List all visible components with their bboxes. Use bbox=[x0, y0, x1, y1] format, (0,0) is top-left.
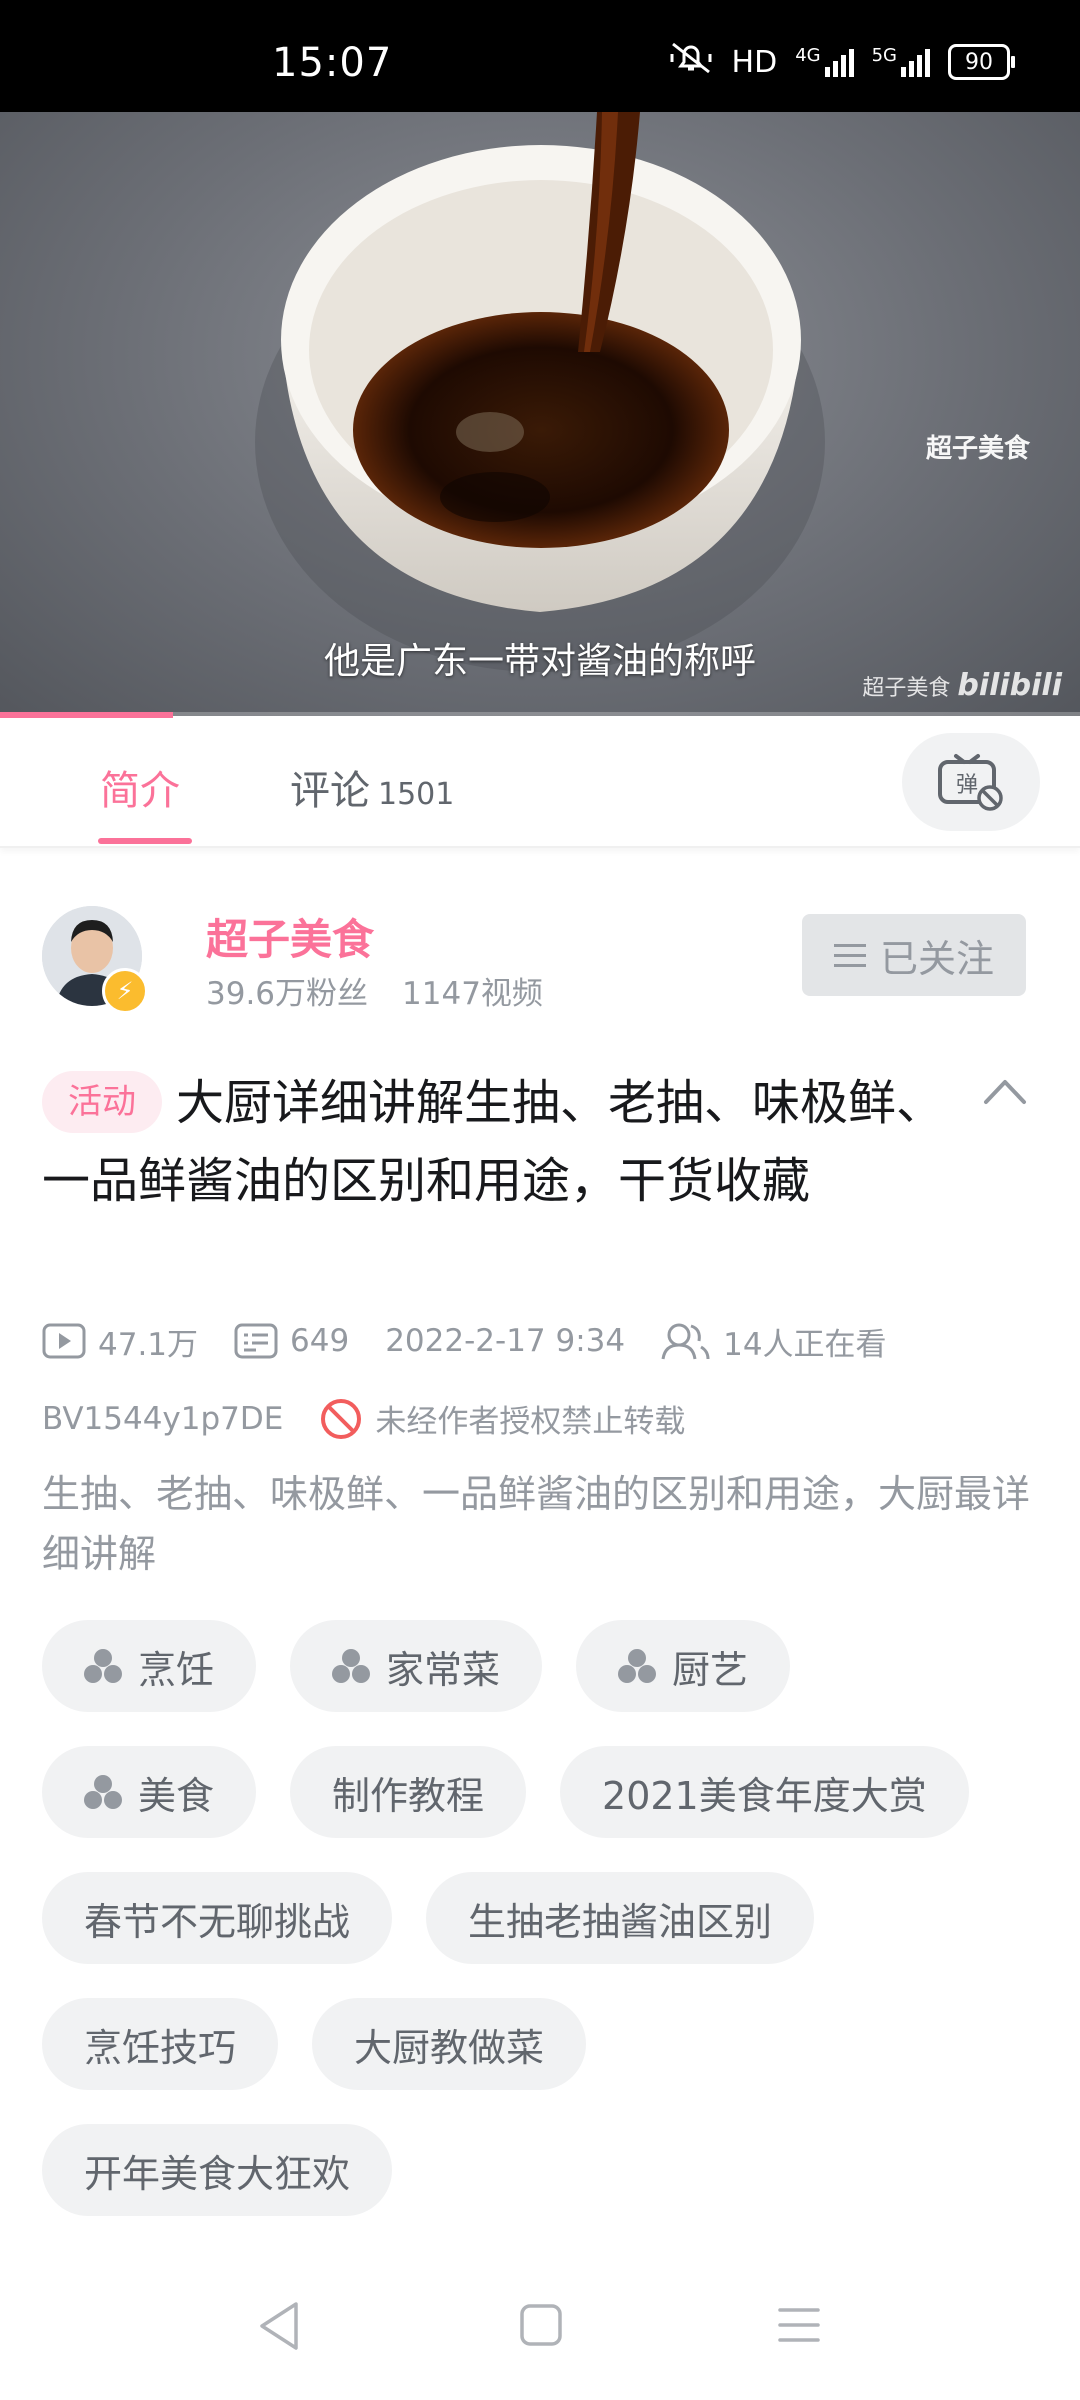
tab-intro[interactable]: 简介 bbox=[100, 758, 180, 816]
video-meta: 47.1万 649 2022-2-17 9:34 14人正在看 bbox=[42, 1316, 923, 1366]
recent-apps-icon[interactable] bbox=[776, 2300, 822, 2356]
tag-label: 美食 bbox=[138, 1773, 215, 1818]
verified-lightning-icon: ⚡ bbox=[102, 968, 148, 1014]
uploader-name[interactable]: 超子美食 bbox=[206, 906, 374, 967]
uploader-stats: 39.6万粉丝 1147视频 bbox=[206, 968, 543, 1013]
danmaku-off-icon: 弹 bbox=[938, 754, 1003, 811]
video-description: 生抽、老抽、味极鲜、一品鲜酱油的区别和用途，大厨最详细讲解 bbox=[42, 1472, 1031, 1576]
danmaku-count: 649 bbox=[234, 1323, 349, 1359]
back-icon[interactable] bbox=[256, 2300, 302, 2356]
uploader-fans: 39.6万粉丝 bbox=[206, 976, 369, 1012]
watching-now-value: 14人正在看 bbox=[723, 1326, 887, 1363]
tag[interactable]: 烹饪技巧 bbox=[42, 1998, 279, 2090]
tag-label: 家常菜 bbox=[386, 1647, 501, 1692]
video-watermark-top: 超子美食 bbox=[925, 434, 1030, 464]
hd-icon: HD bbox=[731, 44, 778, 80]
tag-label: 厨艺 bbox=[672, 1647, 749, 1692]
publish-date: 2022-2-17 9:34 bbox=[385, 1323, 626, 1359]
status-time: 15:07 bbox=[272, 40, 393, 86]
channel-icon bbox=[332, 1649, 371, 1683]
channel-icon bbox=[84, 1649, 122, 1683]
uploader-video-count: 1147视频 bbox=[402, 976, 543, 1012]
tag-row: 烹饪 家常菜 厨艺 bbox=[42, 1620, 1052, 1712]
tag-row: 春节不无聊挑战 生抽老抽酱油区别 bbox=[42, 1872, 1052, 1964]
network-4g-label: 4G bbox=[795, 45, 821, 66]
tag-channel[interactable]: 烹饪 bbox=[42, 1620, 257, 1712]
repost-notice-text: 未经作者授权禁止转载 bbox=[375, 1404, 686, 1440]
follow-button[interactable]: 已关注 bbox=[802, 914, 1026, 996]
play-count: 47.1万 bbox=[42, 1319, 198, 1364]
channel-icon bbox=[84, 1775, 122, 1809]
chevron-up-icon[interactable] bbox=[982, 1076, 1028, 1110]
watching-now: 14人正在看 bbox=[661, 1319, 887, 1364]
system-nav-bar bbox=[0, 2260, 1080, 2400]
tag-row: 开年美食大狂欢 bbox=[42, 2124, 1052, 2216]
tag-channel[interactable]: 厨艺 bbox=[576, 1620, 791, 1712]
tab-active-indicator bbox=[98, 838, 192, 844]
play-icon bbox=[42, 1323, 86, 1359]
video-watermark-bottom: 超子美食 bilibili bbox=[862, 668, 1062, 703]
svg-text:弹: 弹 bbox=[956, 773, 978, 798]
danmaku-toggle-button[interactable]: 弹 bbox=[902, 733, 1040, 831]
activity-badge[interactable]: 活动 bbox=[42, 1071, 162, 1133]
network-5g-label: 5G bbox=[871, 45, 897, 66]
viewers-icon bbox=[661, 1323, 710, 1360]
channel-icon bbox=[618, 1649, 657, 1683]
tag-row: 烹饪技巧 大厨教做菜 bbox=[42, 1998, 1052, 2090]
video-title: 大厨详细讲解生抽、老抽、味极鲜、一品鲜酱油的区别和用途，干货收藏 bbox=[42, 1075, 945, 1209]
repost-notice: 未经作者授权禁止转载 bbox=[319, 1396, 685, 1441]
signal-5g-icon: 5G bbox=[872, 47, 930, 77]
status-bar: 15:07 HD 4G 5G 90 bbox=[0, 0, 1080, 112]
menu-icon bbox=[833, 943, 866, 967]
tag-row: 美食 制作教程 2021美食年度大赏 bbox=[42, 1746, 1052, 1838]
video-player[interactable]: 超子美食 他是广东一带对酱油的称呼 超子美食 bilibili bbox=[0, 112, 1080, 716]
danmaku-count-value: 649 bbox=[290, 1323, 350, 1359]
tag[interactable]: 生抽老抽酱油区别 bbox=[426, 1872, 815, 1964]
play-count-value: 47.1万 bbox=[98, 1326, 199, 1363]
follow-button-label: 已关注 bbox=[879, 936, 994, 981]
home-icon[interactable] bbox=[518, 2300, 564, 2356]
signal-4g-icon: 4G bbox=[795, 45, 854, 77]
tag-label: 烹饪 bbox=[138, 1647, 215, 1692]
battery-icon: 90 bbox=[948, 44, 1015, 80]
tag-list: 烹饪 家常菜 厨艺 美食 制作教程 2021美食年度大赏 春节不无聊挑战 生抽老… bbox=[42, 1620, 1052, 2250]
status-icons: HD 4G 5G 90 bbox=[668, 40, 1015, 84]
tag[interactable]: 2021美食年度大赏 bbox=[560, 1746, 969, 1838]
tab-comments[interactable]: 评论 1501 bbox=[290, 758, 454, 816]
bvid-line: BV1544y1p7DE 未经作者授权禁止转载 bbox=[42, 1396, 685, 1441]
bilibili-logo: bilibili bbox=[957, 668, 1062, 703]
video-frame-image bbox=[255, 112, 825, 672]
bvid[interactable]: BV1544y1p7DE bbox=[42, 1401, 283, 1437]
tag-channel[interactable]: 家常菜 bbox=[290, 1620, 543, 1712]
mute-bell-icon bbox=[668, 40, 714, 84]
tag[interactable]: 春节不无聊挑战 bbox=[42, 1872, 393, 1964]
tab-comments-count: 1501 bbox=[378, 777, 455, 812]
tab-comments-label: 评论 bbox=[290, 768, 370, 814]
watermark-bottom-text: 超子美食 bbox=[862, 676, 951, 701]
tag[interactable]: 大厨教做菜 bbox=[312, 1998, 587, 2090]
forbidden-icon bbox=[321, 1398, 362, 1439]
video-title-block: 活动 大厨详细讲解生抽、老抽、味极鲜、一品鲜酱油的区别和用途，干货收藏 bbox=[42, 1064, 952, 1220]
danmaku-icon bbox=[234, 1323, 278, 1359]
tag-channel[interactable]: 美食 bbox=[42, 1746, 257, 1838]
tag[interactable]: 开年美食大狂欢 bbox=[42, 2124, 393, 2216]
tag[interactable]: 制作教程 bbox=[290, 1746, 527, 1838]
battery-level: 90 bbox=[965, 49, 993, 75]
